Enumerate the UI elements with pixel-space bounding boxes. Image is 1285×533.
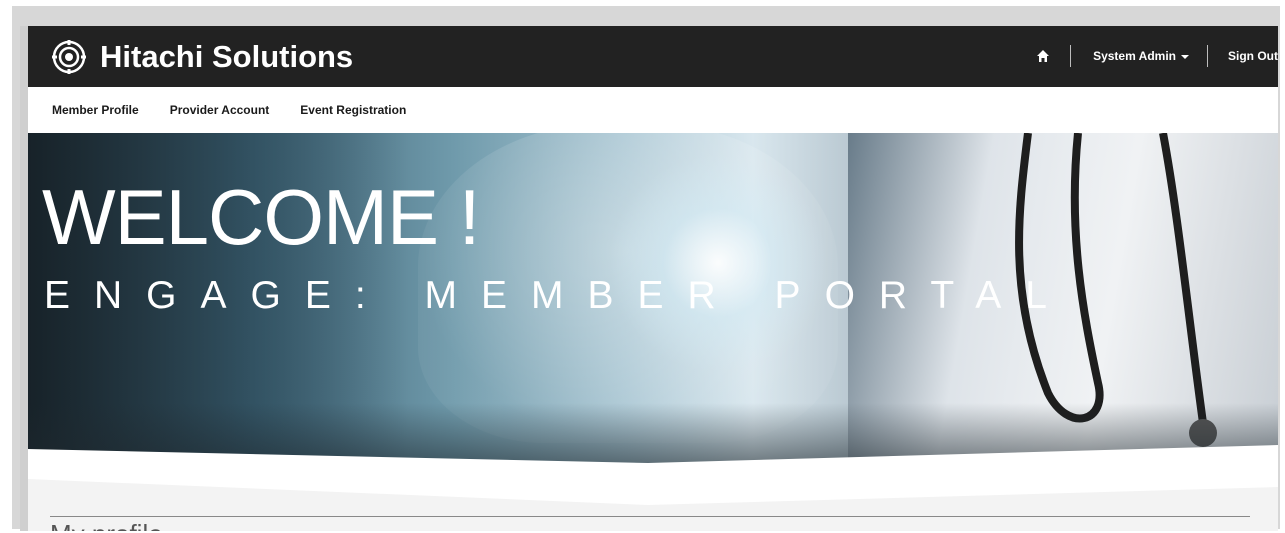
nav-separator — [1207, 45, 1208, 67]
nav-member-profile[interactable]: Member Profile — [52, 103, 139, 117]
top-nav: System Admin Sign Out — [1036, 43, 1278, 69]
section-divider — [50, 516, 1250, 517]
chevron-down-icon — [1181, 54, 1189, 59]
sign-out-link[interactable]: Sign Out — [1228, 49, 1278, 63]
hero-subtitle: ENGAGE: MEMBER PORTAL — [44, 274, 1071, 317]
section-title: My profile — [50, 519, 163, 531]
home-icon[interactable] — [1036, 49, 1050, 63]
nav-separator — [1070, 45, 1072, 67]
user-menu-label: System Admin — [1093, 49, 1176, 63]
hero-title: WELCOME ! — [42, 173, 480, 261]
top-header: Hitachi Solutions System Admin Sign Out — [28, 26, 1278, 87]
hero-banner: WELCOME ! ENGAGE: MEMBER PORTAL — [28, 133, 1278, 466]
nav-provider-account[interactable]: Provider Account — [170, 103, 270, 117]
brand[interactable]: Hitachi Solutions — [52, 39, 353, 75]
user-menu-dropdown[interactable]: System Admin — [1093, 49, 1189, 63]
portal-page: Hitachi Solutions System Admin Sign Out … — [28, 26, 1278, 531]
nav-event-registration[interactable]: Event Registration — [300, 103, 406, 117]
hero-wave-divider — [28, 445, 1278, 531]
brand-name: Hitachi Solutions — [100, 39, 354, 74]
hitachi-logo-icon — [52, 40, 86, 74]
secondary-nav: Member Profile Provider Account Event Re… — [28, 87, 1278, 133]
light-glow — [608, 153, 828, 373]
